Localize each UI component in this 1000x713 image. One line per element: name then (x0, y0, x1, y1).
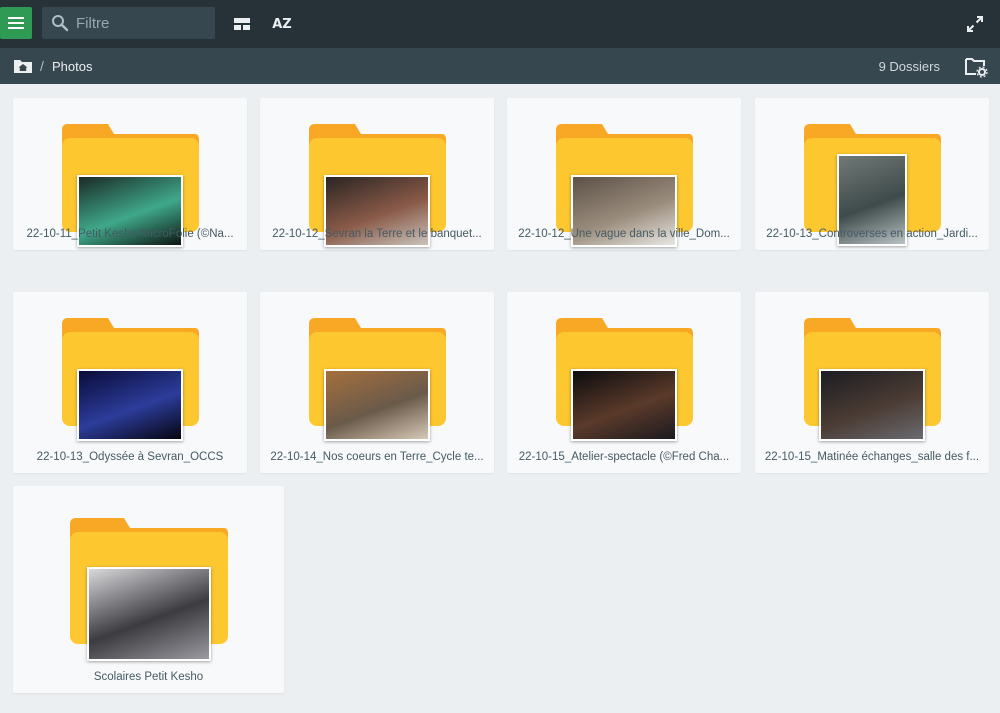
folder-name: 22-10-12_Sevran la Terre et le banquet..… (272, 228, 482, 240)
folder-name: 22-10-15_Matinée échanges_salle des f... (764, 451, 980, 463)
photo-thumbnail (571, 369, 677, 441)
search-input[interactable]: Filtre (76, 15, 109, 32)
sort-button[interactable]: AZ (269, 12, 295, 36)
folder-settings-icon (965, 58, 988, 78)
home-folder-icon (14, 60, 32, 73)
folder-card[interactable]: 22-10-15_Atelier-spectacle (©Fred Cha... (507, 292, 741, 473)
fullscreen-icon (967, 16, 983, 32)
folder-name: 22-10-12_Une vague dans la ville_Dom... (518, 228, 730, 240)
folder-name: 22-10-15_Atelier-spectacle (©Fred Cha... (518, 451, 730, 463)
folder-name: 22-10-11_Petit Kesho-MicroFolie (©Na... (26, 228, 234, 240)
breadcrumb: / Photos 9 Dossiers (0, 48, 1000, 84)
folder-name: Scolaires Petit Kesho (93, 671, 204, 683)
folder-card[interactable]: 22-10-12_Une vague dans la ville_Dom... (507, 98, 741, 250)
view-mode-button[interactable] (231, 13, 253, 35)
home-button[interactable] (13, 57, 33, 75)
view-layout-icon (234, 18, 250, 30)
menu-button[interactable] (0, 7, 32, 39)
photo-thumbnail (77, 369, 183, 441)
sort-alpha-icon: AZ (272, 16, 292, 32)
top-toolbar: Filtre AZ (0, 0, 1000, 48)
breadcrumb-current[interactable]: Photos (52, 59, 92, 74)
folder-settings-button[interactable] (964, 56, 988, 78)
folder-card[interactable]: 22-10-15_Matinée échanges_salle des f... (755, 292, 989, 473)
search-box[interactable]: Filtre (42, 7, 215, 39)
folder-name: 22-10-14_Nos coeurs en Terre_Cycle te... (270, 451, 484, 463)
folder-card[interactable]: 22-10-13_Odyssée à Sevran_OCCS (13, 292, 247, 473)
hamburger-icon (8, 17, 24, 29)
folder-card[interactable]: Scolaires Petit Kesho (13, 486, 284, 693)
breadcrumb-separator: / (40, 58, 44, 74)
fullscreen-button[interactable] (963, 12, 987, 36)
folder-count: 9 Dossiers (878, 59, 940, 74)
folder-name: 22-10-13_Controverses en action_Jardi... (766, 228, 978, 240)
folder-card[interactable]: 22-10-12_Sevran la Terre et le banquet..… (260, 98, 494, 250)
photo-thumbnail (324, 369, 430, 441)
folder-card[interactable]: 22-10-13_Controverses en action_Jardi... (755, 98, 989, 250)
photo-thumbnail (819, 369, 925, 441)
folder-name: 22-10-13_Odyssée à Sevran_OCCS (36, 451, 224, 463)
photo-thumbnail (87, 567, 211, 661)
folder-card[interactable]: 22-10-11_Petit Kesho-MicroFolie (©Na... (13, 98, 247, 250)
search-icon (51, 14, 69, 37)
folder-card[interactable]: 22-10-14_Nos coeurs en Terre_Cycle te... (260, 292, 494, 473)
